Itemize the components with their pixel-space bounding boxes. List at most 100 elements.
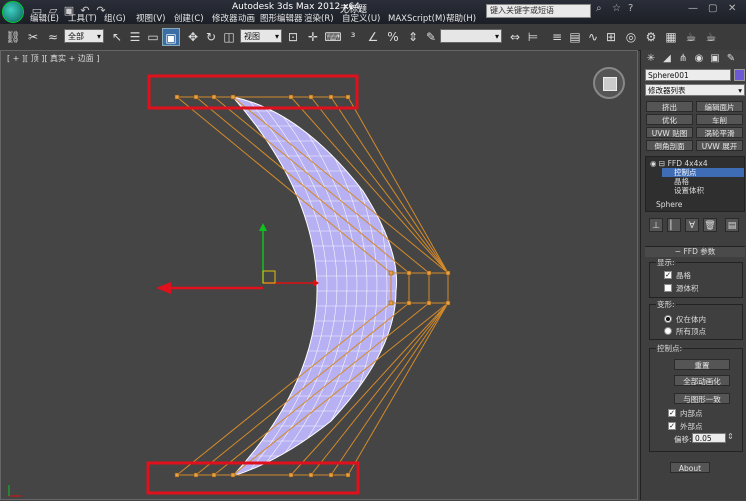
stack-item-ffd[interactable]: ◉ ⊟ FFD 4x4x4 bbox=[650, 159, 708, 168]
stack-subitem-lattice[interactable]: 晶格 bbox=[674, 177, 689, 186]
modifier-button-turbosmooth[interactable]: 涡轮平滑 bbox=[696, 127, 743, 138]
modifier-button-lathe[interactable]: 车削 bbox=[696, 114, 743, 125]
menu-maxscript[interactable]: MAXScript(M) bbox=[388, 14, 446, 24]
menu-rendering[interactable]: 渲染(R) bbox=[304, 14, 334, 24]
modify-tab-icon[interactable]: ◢ bbox=[661, 53, 673, 65]
named-selection-select[interactable] bbox=[440, 29, 502, 44]
edit-named-selection-icon[interactable]: ✎ bbox=[422, 28, 440, 46]
modifier-stack[interactable]: ◉ ⊟ FFD 4x4x4 控制点 晶格 设置体积 Sphere bbox=[645, 156, 745, 212]
outside-points-checkbox[interactable]: ✓ bbox=[668, 422, 676, 430]
percent-snap-icon[interactable]: % bbox=[384, 28, 402, 46]
show-end-result-icon[interactable]: ▏ bbox=[667, 218, 681, 232]
spinner-snap-icon[interactable]: ⇕ bbox=[404, 28, 422, 46]
layer-manager-icon[interactable]: ≡ bbox=[548, 28, 566, 46]
render-active-icon[interactable]: ☕ bbox=[702, 28, 720, 46]
close-icon[interactable]: ✕ bbox=[728, 3, 736, 14]
render-setup-icon[interactable]: ⚙ bbox=[642, 28, 660, 46]
conform-to-shape-button[interactable]: 与图形一致 bbox=[674, 393, 730, 404]
reset-button[interactable]: 重置 bbox=[674, 359, 730, 370]
modifier-button-edit-patch[interactable]: 编辑面片 bbox=[696, 101, 743, 112]
motion-tab-icon[interactable]: ◉ bbox=[693, 53, 705, 65]
link-icon[interactable]: ⛓ bbox=[4, 28, 22, 46]
maximize-icon[interactable]: ▢ bbox=[708, 3, 717, 14]
binoculars-icon[interactable]: ⌕ bbox=[596, 3, 602, 14]
configure-modifier-sets-icon[interactable]: ▤ bbox=[725, 218, 739, 232]
main-toolbar: ⛓ ✂ ≈ 全部 ↖ ☰ ▭ ▣ ✥ ↻ ◫ 视图 ⊡ ✛ ⌨ ³ ∠ % ⇕ … bbox=[0, 24, 746, 51]
help-search-input[interactable]: 键入关键字或短语 bbox=[486, 4, 591, 18]
scale-icon[interactable]: ◫ bbox=[220, 28, 238, 46]
stack-subitem-control-points[interactable]: 控制点 bbox=[662, 168, 744, 177]
utilities-tab-icon[interactable]: ✎ bbox=[725, 53, 737, 65]
stack-subitem-set-volume[interactable]: 设置体积 bbox=[674, 186, 704, 195]
selection-filter-select[interactable]: 全部 bbox=[64, 29, 104, 44]
modifier-button-bevel-profile[interactable]: 倒角剖面 bbox=[646, 140, 693, 151]
create-tab-icon[interactable]: ✳ bbox=[645, 53, 657, 65]
inside-points-checkbox[interactable]: ✓ bbox=[668, 409, 676, 417]
modifier-button-unwrap-uvw[interactable]: UVW 展开 bbox=[696, 140, 743, 151]
menu-tools[interactable]: 工具(T) bbox=[68, 14, 97, 24]
schematic-view-icon[interactable]: ⊞ bbox=[602, 28, 620, 46]
menu-help[interactable]: 帮助(H) bbox=[446, 14, 476, 24]
control-points-group-title: 控制点: bbox=[656, 343, 684, 354]
manipulate-icon[interactable]: ✛ bbox=[304, 28, 322, 46]
align-icon[interactable]: ⊨ bbox=[524, 28, 542, 46]
spinner-arrows-icon[interactable]: ⇕ bbox=[727, 432, 734, 441]
bind-spacewarp-icon[interactable]: ≈ bbox=[44, 28, 62, 46]
about-button[interactable]: About bbox=[670, 462, 710, 473]
outside-points-label: 外部点 bbox=[680, 422, 703, 431]
menu-edit[interactable]: 编辑(E) bbox=[30, 14, 59, 24]
rectangular-selection-icon[interactable]: ▭ bbox=[144, 28, 162, 46]
graphite-tools-icon[interactable]: ▤ bbox=[566, 28, 584, 46]
star-icon[interactable]: ☆ bbox=[612, 3, 621, 14]
window-crossing-icon[interactable]: ▣ bbox=[162, 28, 180, 46]
modifier-button-optimize[interactable]: 优化 bbox=[646, 114, 693, 125]
all-vertices-radio[interactable] bbox=[664, 327, 672, 335]
modifier-list-dropdown[interactable]: 修改器列表 bbox=[645, 84, 745, 97]
rotate-icon[interactable]: ↻ bbox=[202, 28, 220, 46]
sphere-mesh bbox=[231, 96, 398, 478]
remove-modifier-icon[interactable]: 🗑 bbox=[703, 218, 717, 232]
material-editor-icon[interactable]: ◎ bbox=[622, 28, 640, 46]
animate-all-button[interactable]: 全部动画化 bbox=[674, 375, 730, 386]
help-icon[interactable]: ? bbox=[628, 3, 633, 14]
modifier-button-uvw-map[interactable]: UVW 贴图 bbox=[646, 127, 693, 138]
only-in-volume-radio[interactable] bbox=[664, 315, 672, 323]
menu-modifiers[interactable]: 修改器 bbox=[212, 14, 238, 24]
hierarchy-tab-icon[interactable]: ⋔ bbox=[677, 53, 689, 65]
select-object-icon[interactable]: ↖ bbox=[108, 28, 126, 46]
make-unique-icon[interactable]: ∀ bbox=[685, 218, 699, 232]
reference-coord-select[interactable]: 视图 bbox=[240, 29, 282, 44]
rendered-frame-icon[interactable]: ▦ bbox=[662, 28, 680, 46]
menu-views[interactable]: 视图(V) bbox=[136, 14, 165, 24]
ffd-params-rollout[interactable]: − FFD 参数 bbox=[645, 246, 745, 257]
lattice-checkbox[interactable]: ✓ bbox=[664, 271, 672, 279]
angle-snap-icon[interactable]: ∠ bbox=[364, 28, 382, 46]
modifier-button-extrude[interactable]: 挤出 bbox=[646, 101, 693, 112]
move-icon[interactable]: ✥ bbox=[184, 28, 202, 46]
render-production-icon[interactable]: ☕ bbox=[682, 28, 700, 46]
menu-customize[interactable]: 自定义(U) bbox=[342, 14, 380, 24]
stack-item-sphere[interactable]: Sphere bbox=[656, 200, 682, 209]
object-color-swatch[interactable] bbox=[734, 69, 745, 81]
keyboard-shortcut-icon[interactable]: ⌨ bbox=[324, 28, 342, 46]
snaps-toggle-icon[interactable]: ³ bbox=[344, 28, 362, 46]
offset-spinner-input[interactable]: 0.05 bbox=[692, 433, 726, 443]
mirror-icon[interactable]: ⇔ bbox=[506, 28, 524, 46]
source-volume-checkbox[interactable] bbox=[664, 284, 672, 292]
menu-create[interactable]: 创建(C) bbox=[174, 14, 204, 24]
minimize-icon[interactable]: — bbox=[688, 3, 698, 14]
pin-stack-icon[interactable]: ⊥ bbox=[649, 218, 663, 232]
offset-label: 偏移: bbox=[674, 435, 692, 444]
curve-editor-icon[interactable]: ∿ bbox=[584, 28, 602, 46]
app-logo-icon[interactable] bbox=[2, 1, 24, 23]
menu-graph-editors[interactable]: 图形编辑器 bbox=[260, 14, 303, 24]
unlink-icon[interactable]: ✂ bbox=[24, 28, 42, 46]
pivot-center-icon[interactable]: ⊡ bbox=[284, 28, 302, 46]
select-by-name-icon[interactable]: ☰ bbox=[126, 28, 144, 46]
display-tab-icon[interactable]: ▣ bbox=[709, 53, 721, 65]
display-group-title: 显示: bbox=[656, 257, 676, 268]
menu-group[interactable]: 组(G) bbox=[104, 14, 126, 24]
object-name-field[interactable]: Sphere001 bbox=[645, 69, 731, 81]
menu-animation[interactable]: 动画 bbox=[238, 14, 255, 24]
top-viewport[interactable]: [ + ][ 顶 ][ 真实 + 边面 ] bbox=[0, 50, 638, 500]
